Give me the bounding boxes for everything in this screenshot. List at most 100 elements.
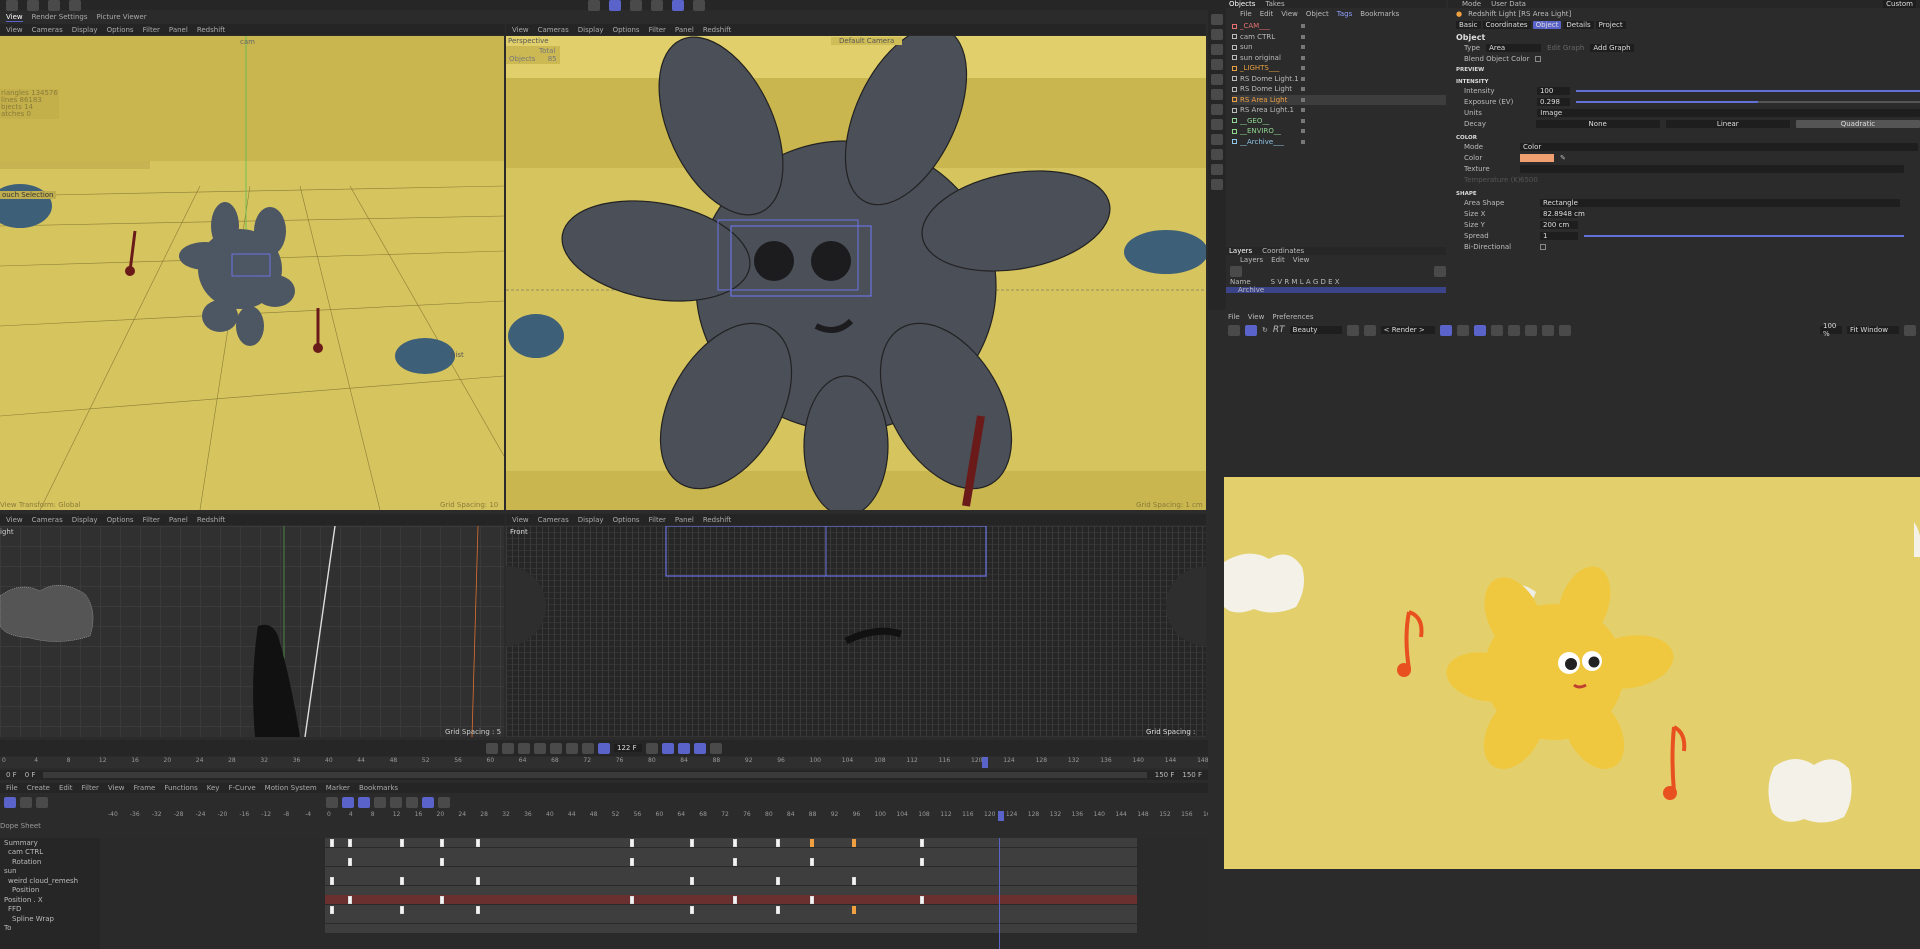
attr-tab-object[interactable]: Object (1532, 20, 1562, 29)
keyframe[interactable] (690, 905, 694, 914)
layer-row-archive[interactable]: Archive (1226, 286, 1446, 294)
vp-menu-panel[interactable]: Panel (169, 26, 188, 34)
object-item[interactable]: _CAM___ (1232, 21, 1446, 32)
play-icon[interactable] (534, 742, 546, 754)
dope-menu-edit[interactable]: Edit (59, 784, 73, 792)
keyframe[interactable] (920, 839, 924, 847)
next-frame-icon[interactable] (550, 742, 562, 754)
attr-mode[interactable]: Mode (1462, 0, 1481, 8)
select-tool-icon[interactable] (1211, 14, 1223, 25)
tab-objects[interactable]: Objects (1229, 0, 1255, 8)
keyframe[interactable] (920, 896, 924, 904)
go-start-icon[interactable] (486, 742, 498, 754)
dope-tool3-icon[interactable] (358, 796, 370, 808)
viewport-top-left[interactable]: cam riangles 134576 lines 86183 bjects 14… (0, 36, 504, 510)
spline-tool-icon[interactable] (1211, 59, 1223, 70)
keyframe[interactable] (400, 905, 404, 914)
dope-track-label[interactable]: Rotation (0, 857, 100, 867)
om-menu-tags[interactable]: Tags (1337, 10, 1353, 18)
loop-icon[interactable] (598, 742, 610, 754)
dope-menu-create[interactable]: Create (27, 784, 50, 792)
decay-none[interactable]: None (1535, 119, 1660, 128)
layers-menu-edit[interactable]: Edit (1271, 256, 1285, 264)
keyframe[interactable] (476, 877, 480, 885)
object-item[interactable]: RS Dome Light (1232, 84, 1446, 95)
dope-menu-filter[interactable]: Filter (82, 784, 99, 792)
camera-tool-icon[interactable] (1211, 149, 1223, 160)
dope-tool7-icon[interactable] (422, 796, 434, 808)
edit-graph-button[interactable]: Edit Graph (1547, 44, 1584, 52)
dope-ruler[interactable]: -40 -36 -32 -28 -24 -20 -16 -12 -8 -4 0 4 8 12 16 20 24 2… (0, 811, 1214, 821)
dope-menu-key[interactable]: Key (207, 784, 220, 792)
keyframe[interactable] (630, 858, 634, 866)
render-icon[interactable] (587, 0, 600, 11)
tab-coordinates[interactable]: Coordinates (1262, 247, 1304, 255)
attr-tab-details[interactable]: Details (1563, 20, 1594, 29)
dope-track-label[interactable]: cam CTRL (0, 848, 100, 858)
prev-key-icon[interactable] (502, 742, 514, 754)
dope-tool1-icon[interactable] (326, 796, 338, 808)
keyframe[interactable] (690, 839, 694, 847)
keyframe[interactable] (776, 877, 780, 885)
keyframe[interactable] (440, 896, 444, 904)
spread-field[interactable]: 1 (1540, 231, 1578, 240)
object-item[interactable]: _LIGHTS___ (1232, 63, 1446, 74)
axis-y-icon[interactable] (48, 0, 60, 11)
range-start[interactable]: 0 F (6, 771, 17, 779)
attr-tab-coordinates[interactable]: Coordinates (1482, 20, 1531, 29)
move-tool-icon[interactable] (6, 0, 18, 11)
vp3-menu-view[interactable]: View (6, 516, 23, 524)
rv-menu-view[interactable]: View (1248, 313, 1265, 321)
object-item[interactable]: cam CTRL (1232, 32, 1446, 43)
dope-track-label[interactable]: Summary (0, 838, 100, 848)
object-tag-icon[interactable] (1301, 55, 1305, 60)
keyframe[interactable] (733, 858, 737, 866)
tab-picture-viewer[interactable]: Picture Viewer (96, 13, 146, 21)
om-menu-bookmarks[interactable]: Bookmarks (1360, 10, 1399, 18)
delete-layer-icon[interactable] (1434, 265, 1446, 277)
keyframe[interactable] (630, 896, 634, 904)
dope-track-label[interactable]: weird cloud_remesh (0, 876, 100, 886)
intensity-slider[interactable] (1575, 89, 1920, 92)
object-item[interactable]: RS Area Light.1 (1232, 105, 1446, 116)
rv-settings-icon[interactable] (1558, 324, 1571, 336)
vp4-menu-panel[interactable]: Panel (675, 516, 694, 524)
add-layer-icon[interactable] (1230, 265, 1242, 277)
object-item[interactable]: __GEO__ (1232, 116, 1446, 127)
keyframe[interactable] (330, 839, 334, 847)
keyframe[interactable] (810, 858, 814, 866)
viewport-bottom-left[interactable]: ight Grid Spacing : 5 cm (0, 526, 504, 737)
light-icon[interactable] (692, 0, 705, 11)
vp4-menu-redshift[interactable]: Redshift (703, 516, 731, 524)
rv-menu-preferences[interactable]: Preferences (1272, 313, 1313, 321)
keyframe[interactable] (776, 839, 780, 847)
dope-track[interactable] (325, 866, 1137, 876)
dope-mode-icon[interactable] (4, 796, 16, 808)
cube-icon[interactable] (629, 0, 642, 11)
keyframe[interactable] (920, 858, 924, 866)
sizex-field[interactable]: 82.8948 cm (1540, 209, 1585, 218)
layers-menu-layers[interactable]: Layers (1240, 256, 1263, 264)
object-tag-icon[interactable] (1301, 87, 1305, 92)
units-dropdown[interactable]: Image (1537, 108, 1920, 117)
exposure-field[interactable]: 0.298 (1536, 97, 1570, 106)
vp2-menu-cameras[interactable]: Cameras (538, 26, 569, 34)
playhead[interactable] (982, 757, 988, 768)
vp-menu-display[interactable]: Display (72, 26, 98, 34)
dope-menu-fcurve[interactable]: F-Curve (228, 784, 255, 792)
camera-dropdown[interactable]: Default Camera (831, 37, 903, 45)
dope-track[interactable] (325, 923, 1137, 933)
viewport-bottom-right[interactable]: Front Grid Spacing : 0.5 cm (506, 526, 1206, 737)
vp3-menu-cameras[interactable]: Cameras (32, 516, 63, 524)
keyframe[interactable] (733, 896, 737, 904)
keyframe[interactable] (852, 877, 856, 885)
keyframe[interactable] (852, 839, 856, 847)
dope-track-label[interactable]: To (0, 924, 100, 934)
render-output[interactable] (1224, 477, 1920, 869)
rv-snapshot-icon[interactable] (1346, 324, 1359, 336)
vp2-menu-display[interactable]: Display (578, 26, 604, 34)
light-tool-icon[interactable] (1211, 134, 1223, 145)
blend-checkbox[interactable] (1535, 55, 1542, 62)
dope-keys-area[interactable] (100, 838, 1208, 949)
object-tag-icon[interactable] (1301, 76, 1305, 81)
